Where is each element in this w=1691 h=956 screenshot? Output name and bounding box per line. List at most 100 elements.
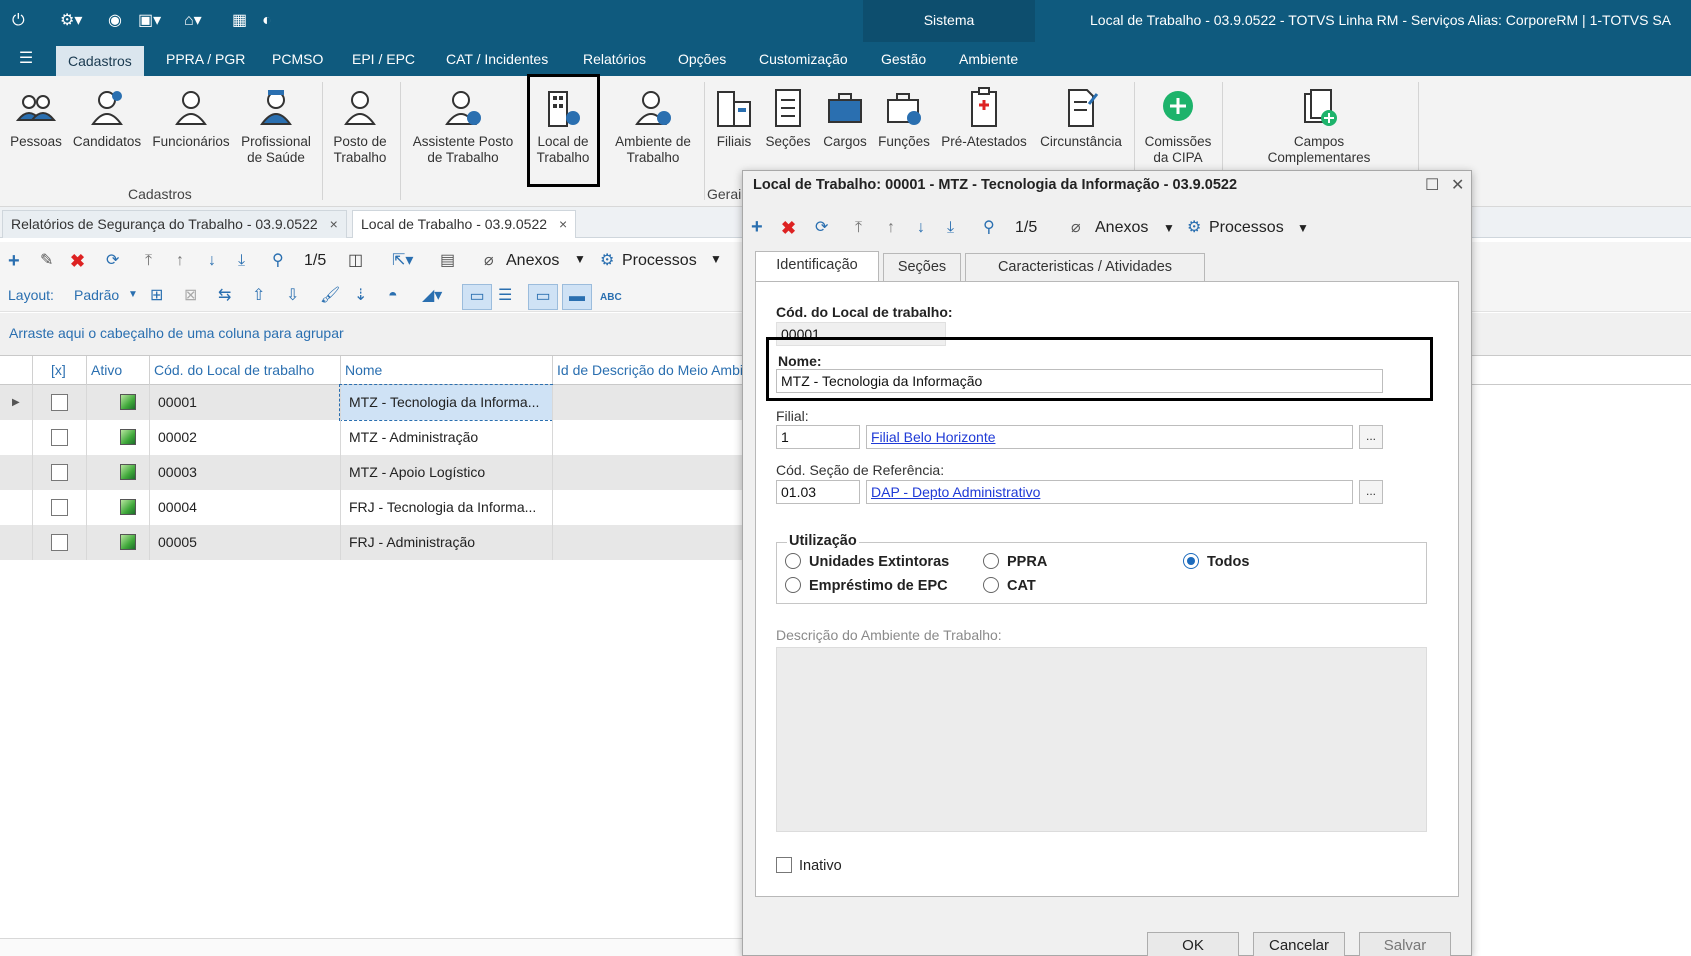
chart-icon[interactable]: ◢▾ <box>422 286 442 306</box>
chevron-down-icon[interactable]: ▼ <box>1163 221 1175 235</box>
sistema-label[interactable]: Sistema <box>863 12 1035 28</box>
layout-select[interactable]: Padrão <box>74 287 119 303</box>
filial-lookup-button[interactable]: ... <box>1359 425 1383 449</box>
view-toggle-2-icon[interactable]: ☰ <box>498 286 512 306</box>
pre-atestados-button[interactable]: Pré-Atestados <box>936 86 1032 150</box>
doctab-relatorios[interactable]: Relatórios de Segurança do Trabalho - 03… <box>2 210 347 238</box>
select-cell[interactable] <box>32 525 86 560</box>
maximize-icon[interactable]: ☐ <box>1425 175 1439 195</box>
globe-icon[interactable]: ◐ <box>262 10 272 32</box>
refresh-icon[interactable]: ⟳ <box>815 218 828 238</box>
document-icon[interactable]: ▤ <box>440 251 455 271</box>
ok-button[interactable]: OK <box>1147 932 1239 956</box>
expand-group-icon[interactable]: ⊞ <box>150 286 163 306</box>
export-icon[interactable]: ⇱▾ <box>392 251 413 271</box>
radio-emprestimo-epc[interactable]: Empréstimo de EPC <box>785 577 948 594</box>
row-checkbox[interactable] <box>51 429 68 446</box>
close-icon[interactable]: × <box>559 216 567 232</box>
chevron-down-icon[interactable]: ▼ <box>574 252 586 266</box>
chevron-down-icon[interactable]: ▼ <box>1297 221 1309 235</box>
gear-icon[interactable]: ⚙ <box>1187 218 1201 238</box>
swap-icon[interactable]: ⇆ <box>218 286 231 306</box>
secoes-button[interactable]: Seções <box>764 86 812 150</box>
row-checkbox[interactable] <box>51 534 68 551</box>
add-icon[interactable]: + <box>751 217 763 237</box>
edit-icon[interactable]: ✎ <box>40 251 53 271</box>
delete-icon[interactable]: ✖ <box>70 251 85 271</box>
paperclip-icon[interactable]: ⌀ <box>484 251 494 271</box>
tab-pcmso[interactable]: PCMSO <box>260 42 335 76</box>
radio-todos[interactable]: Todos <box>1183 553 1249 570</box>
col-ativo-header[interactable]: Ativo <box>86 356 149 385</box>
radio-cat[interactable]: CAT <box>983 577 1036 594</box>
paint-icon[interactable]: 🖌 <box>320 286 340 306</box>
row-checkbox[interactable] <box>51 499 68 516</box>
filial-code-field[interactable]: 1 <box>776 425 860 449</box>
secao-link[interactable]: DAP - Depto Administrativo <box>871 484 1040 500</box>
secao-lookup-button[interactable]: ... <box>1359 480 1383 504</box>
tab-customizacao[interactable]: Customização <box>747 42 860 76</box>
row-checkbox[interactable] <box>51 464 68 481</box>
select-cell[interactable] <box>32 385 86 420</box>
tab-gestao[interactable]: Gestão <box>869 42 938 76</box>
cargos-button[interactable]: Cargos <box>820 86 870 150</box>
profissional-saude-button[interactable]: Profissional de Saúde <box>238 86 314 166</box>
col-select-header[interactable]: [x] <box>32 356 86 385</box>
chevron-down-icon[interactable]: ▼ <box>710 252 722 266</box>
col-nome-header[interactable]: Nome <box>340 356 552 385</box>
tools-icon[interactable]: ⚙▾ <box>60 10 82 32</box>
cancel-button[interactable]: Cancelar <box>1253 932 1345 956</box>
tab-caracteristicas[interactable]: Caracteristicas / Atividades <box>965 253 1205 281</box>
search-icon[interactable]: ⚲ <box>983 218 995 238</box>
secao-code-field[interactable]: 01.03 <box>776 480 860 504</box>
fill-icon[interactable]: ◓ <box>388 286 398 306</box>
tab-identificacao[interactable]: Identificação <box>755 251 879 281</box>
search-icon[interactable]: ⚲ <box>272 251 284 271</box>
previous-record-icon[interactable]: ↑ <box>176 251 184 271</box>
tab-opcoes[interactable]: Opções <box>666 42 738 76</box>
menu-toggle-icon[interactable]: ☰ <box>16 50 36 68</box>
close-icon[interactable]: ✕ <box>1451 175 1464 195</box>
table-row[interactable]: 00002 MTZ - Administração <box>0 420 742 455</box>
power-icon[interactable]: ⏻ <box>12 10 25 32</box>
gear-icon[interactable]: ⚙ <box>600 251 614 271</box>
select-cell[interactable] <box>32 455 86 490</box>
tab-secoes[interactable]: Seções <box>883 253 961 281</box>
ambiente-trabalho-button[interactable]: Ambiente de Trabalho <box>608 86 698 166</box>
home-icon[interactable]: ⌂▾ <box>184 10 202 32</box>
tab-cadastros[interactable]: Cadastros <box>56 46 144 76</box>
save-button[interactable]: Salvar <box>1359 932 1451 956</box>
tab-ppra-pgr[interactable]: PPRA / PGR <box>154 42 257 76</box>
processos-button[interactable]: Processos <box>622 252 697 270</box>
paperclip-icon[interactable]: ⌀ <box>1071 218 1081 238</box>
filial-link[interactable]: Filial Belo Horizonte <box>871 429 996 445</box>
candidatos-button[interactable]: Candidatos <box>70 86 144 150</box>
posto-trabalho-button[interactable]: Posto de Trabalho <box>328 86 392 166</box>
refresh-icon[interactable]: ⟳ <box>106 251 119 271</box>
radio-unidades-extintoras[interactable]: Unidades Extintoras <box>785 553 949 570</box>
table-row[interactable]: 00003 MTZ - Apoio Logístico <box>0 455 742 490</box>
comissoes-cipa-button[interactable]: Comissões da CIPA <box>1142 86 1214 166</box>
campos-complementares-button[interactable]: Campos Complementares <box>1252 86 1386 166</box>
delete-icon[interactable]: ✖ <box>781 218 796 238</box>
filial-name-field[interactable]: Filial Belo Horizonte <box>866 425 1353 449</box>
view-toggle-3-icon[interactable]: ▭ <box>528 284 558 310</box>
tab-ambiente[interactable]: Ambiente <box>947 42 1030 76</box>
row-checkbox[interactable] <box>51 394 68 411</box>
col-id-descricao-header[interactable]: Id de Descrição do Meio Ambie <box>552 356 742 385</box>
table-row[interactable]: ▶ 00001 MTZ - Tecnologia da Informa... <box>0 384 742 421</box>
spellcheck-icon[interactable]: ABC <box>600 288 622 308</box>
funcoes-button[interactable]: Funções <box>876 86 932 150</box>
first-record-icon[interactable]: ⤒ <box>855 218 862 238</box>
pin-icon[interactable]: ⇣ <box>354 286 367 306</box>
tab-relatorios[interactable]: Relatórios <box>571 42 658 76</box>
previous-record-icon[interactable]: ↑ <box>887 218 895 238</box>
view-toggle-1-icon[interactable]: ▭ <box>462 284 492 310</box>
pessoas-button[interactable]: Pessoas <box>6 86 66 150</box>
view-toggle-4-icon[interactable]: ▬ <box>562 284 592 310</box>
anexos-button[interactable]: Anexos <box>506 252 559 270</box>
dialog-anexos-button[interactable]: Anexos <box>1095 219 1148 237</box>
next-record-icon[interactable]: ↓ <box>208 251 216 271</box>
filiais-button[interactable]: Filiais <box>712 86 756 150</box>
move-down-icon[interactable]: ⇩ <box>286 286 299 306</box>
